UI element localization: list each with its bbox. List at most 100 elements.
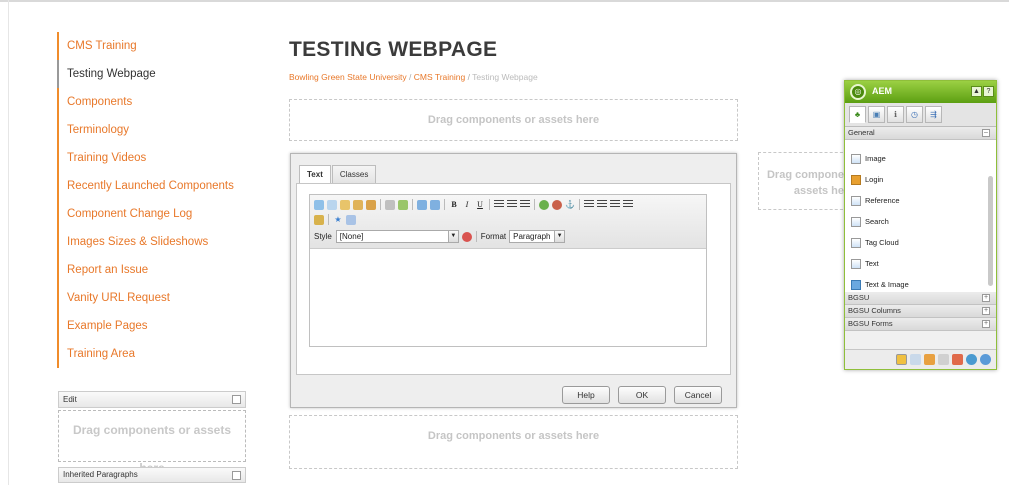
component-login[interactable]: Login xyxy=(845,169,996,190)
nav-item-vanity-url[interactable]: Vanity URL Request xyxy=(57,284,257,312)
inherited-label: Inherited Paragraphs xyxy=(63,470,138,479)
nav-item-example-pages[interactable]: Example Pages xyxy=(57,312,257,340)
undo-icon[interactable] xyxy=(417,199,427,210)
expand-plus-icon[interactable]: + xyxy=(982,294,990,302)
nav-item-components[interactable]: Components xyxy=(57,88,257,116)
bullet-list-icon[interactable] xyxy=(584,200,594,209)
align-left-icon[interactable] xyxy=(494,200,504,209)
unlink-icon[interactable] xyxy=(552,199,562,210)
component-image[interactable]: Image xyxy=(845,148,996,169)
breadcrumb-cms-training[interactable]: CMS Training xyxy=(414,72,466,82)
find-icon[interactable] xyxy=(385,199,395,210)
edit-mode-icon[interactable] xyxy=(896,354,907,365)
left-navigation: CMS Training Testing Webpage Components … xyxy=(57,32,257,368)
inherited-paragraphs-bar[interactable]: Inherited Paragraphs xyxy=(58,467,246,483)
breadcrumb-bgsu[interactable]: Bowling Green State University xyxy=(289,72,407,82)
italic-icon[interactable]: I xyxy=(462,200,472,209)
scaffolding-icon[interactable] xyxy=(938,354,949,365)
indent-icon[interactable] xyxy=(623,200,633,209)
cancel-button[interactable]: Cancel xyxy=(674,386,722,404)
nav-item-images-sizes[interactable]: Images Sizes & Slideshows xyxy=(57,228,257,256)
table-icon[interactable] xyxy=(346,214,356,225)
style-select[interactable]: [None] ▼ xyxy=(335,230,459,243)
page-tab-icon[interactable]: ▣ xyxy=(868,106,885,123)
copy-icon[interactable] xyxy=(327,199,337,210)
tab-classes[interactable]: Classes xyxy=(331,165,377,184)
nav-item-report-issue[interactable]: Report an Issue xyxy=(57,256,257,284)
chevron-down-icon[interactable]: ▼ xyxy=(554,231,565,242)
toolbar-separator xyxy=(489,199,490,210)
expand-plus-icon[interactable]: + xyxy=(982,307,990,315)
side-drop-zone[interactable]: Drag compone assets he xyxy=(758,152,848,210)
outdent-icon[interactable] xyxy=(610,200,620,209)
group-bgsu[interactable]: BGSU + xyxy=(845,292,996,305)
group-general[interactable]: General – xyxy=(845,127,996,140)
anchor-icon[interactable]: ⚓ xyxy=(565,200,575,209)
left-drop-zone[interactable]: Drag components or assets here xyxy=(58,410,246,475)
expand-plus-icon[interactable]: + xyxy=(982,320,990,328)
spellcheck-icon[interactable] xyxy=(314,214,324,225)
nav-item-training-area[interactable]: Training Area xyxy=(57,340,257,368)
component-list: Image Login Reference Search Tag Cloud T… xyxy=(845,140,996,292)
paste-text-icon[interactable] xyxy=(353,199,363,210)
nav-item-terminology[interactable]: Terminology xyxy=(57,116,257,144)
clear-style-icon[interactable] xyxy=(461,231,472,242)
collapse-minus-icon[interactable]: – xyxy=(982,129,990,137)
component-tag-cloud[interactable]: Tag Cloud xyxy=(845,232,996,253)
help-icon[interactable]: ? xyxy=(983,86,994,97)
align-right-icon[interactable] xyxy=(520,200,530,209)
main-drop-zone-bottom[interactable]: Drag components or assets here xyxy=(289,415,738,469)
component-reference[interactable]: Reference xyxy=(845,190,996,211)
workflow-tab-icon[interactable]: ⇶ xyxy=(925,106,942,123)
group-bgsu-forms[interactable]: BGSU Forms + xyxy=(845,318,996,331)
top-divider xyxy=(0,0,1009,2)
replace-icon[interactable] xyxy=(398,199,408,210)
align-center-icon[interactable] xyxy=(507,200,517,209)
nav-item-change-log[interactable]: Component Change Log xyxy=(57,200,257,228)
rich-text-editor[interactable]: B I U ⚓ ★ Style [None] ▼ Format Paragrap… xyxy=(309,194,707,347)
cut-icon[interactable] xyxy=(314,199,324,210)
nav-item-cms-training[interactable]: CMS Training xyxy=(57,32,257,60)
inherited-checkbox[interactable] xyxy=(232,471,241,480)
component-list-scrollbar[interactable] xyxy=(988,176,993,286)
format-select[interactable]: Paragraph ▼ xyxy=(509,230,566,243)
versioning-tab-icon[interactable]: ◷ xyxy=(906,106,923,123)
link-icon[interactable] xyxy=(539,199,549,210)
collapse-icon[interactable]: ▲ xyxy=(971,86,982,97)
paste-word-icon[interactable] xyxy=(366,199,376,210)
components-tab-icon[interactable]: ♣ xyxy=(849,106,866,123)
toolbar-separator xyxy=(412,199,413,210)
preview-mode-icon[interactable] xyxy=(910,354,921,365)
nav-item-testing-webpage[interactable]: Testing Webpage xyxy=(57,60,257,88)
edit-bar[interactable]: Edit xyxy=(58,391,246,408)
main-drop-zone-top[interactable]: Drag components or assets here xyxy=(289,99,738,141)
refresh-icon[interactable] xyxy=(980,354,991,365)
component-text-image[interactable]: Text & Image xyxy=(845,274,996,292)
edit-checkbox[interactable] xyxy=(232,395,241,404)
redo-icon[interactable] xyxy=(430,199,440,210)
numbered-list-icon[interactable] xyxy=(597,200,607,209)
paste-icon[interactable] xyxy=(340,199,350,210)
client-context-icon[interactable] xyxy=(952,354,963,365)
nav-item-training-videos[interactable]: Training Videos xyxy=(57,144,257,172)
special-char-icon[interactable]: ★ xyxy=(333,215,343,224)
toolbar-separator xyxy=(534,199,535,210)
component-text[interactable]: Text xyxy=(845,253,996,274)
tab-text[interactable]: Text xyxy=(299,165,331,184)
design-mode-icon[interactable] xyxy=(924,354,935,365)
globe-icon[interactable] xyxy=(966,354,977,365)
underline-icon[interactable]: U xyxy=(475,200,485,209)
nav-item-recently-launched[interactable]: Recently Launched Components xyxy=(57,172,257,200)
information-tab-icon[interactable]: ℹ xyxy=(887,106,904,123)
component-search[interactable]: Search xyxy=(845,211,996,232)
dialog-tabs: Text Classes xyxy=(299,164,377,184)
sidekick-header[interactable]: ◎ AEM ▲ ? xyxy=(845,81,996,103)
toolbar-separator xyxy=(328,214,329,225)
chevron-down-icon[interactable]: ▼ xyxy=(447,231,458,242)
ok-button[interactable]: OK xyxy=(618,386,666,404)
help-button[interactable]: Help xyxy=(562,386,610,404)
bold-icon[interactable]: B xyxy=(449,200,459,209)
search-icon xyxy=(851,216,861,227)
group-bgsu-columns[interactable]: BGSU Columns + xyxy=(845,305,996,318)
